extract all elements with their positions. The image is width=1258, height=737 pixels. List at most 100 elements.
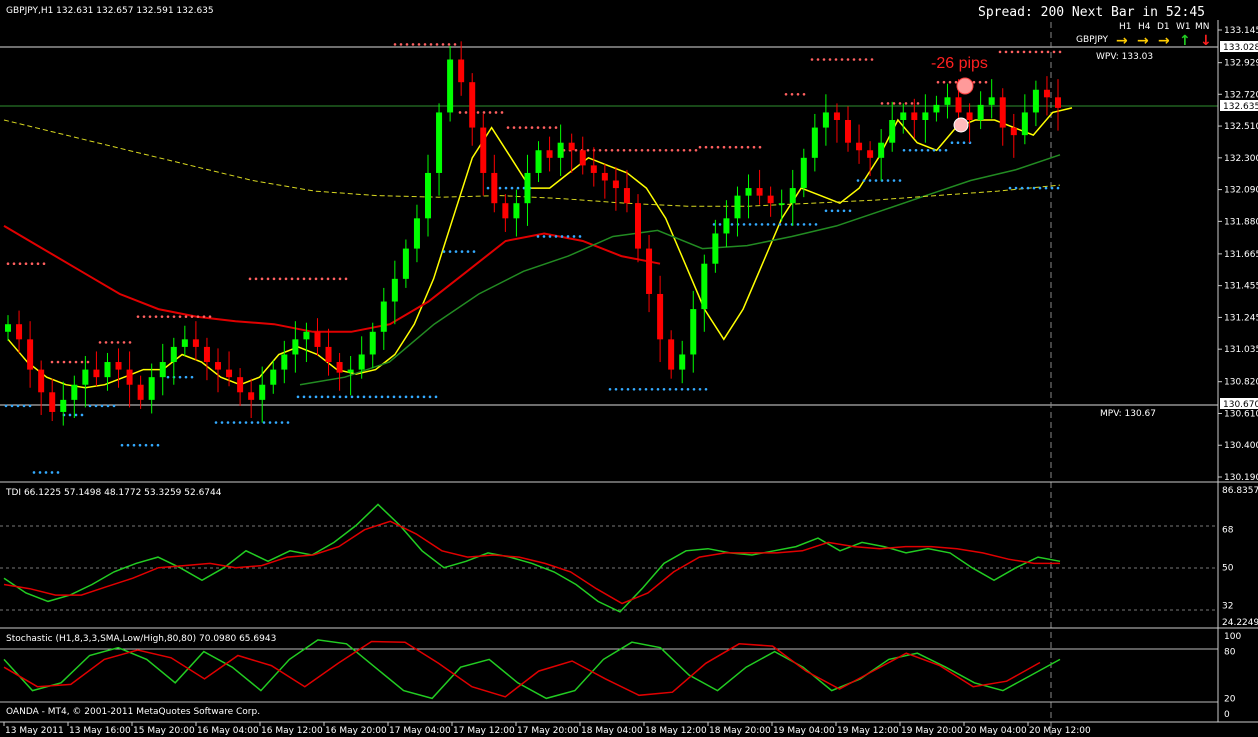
fractal-dot-bottom <box>80 413 84 417</box>
bull-candle <box>60 399 67 412</box>
fractal-dot-top <box>458 111 462 114</box>
fractal-dot-top <box>160 315 164 318</box>
tf-label-h4: H4 <box>1138 22 1151 32</box>
bear-candle <box>93 369 100 378</box>
fractal-dot-top <box>196 315 200 318</box>
fractal-dot-bottom <box>32 471 36 474</box>
time-tick-label: 17 May 20:00 <box>517 726 579 736</box>
fractal-dot-top <box>42 262 46 266</box>
bear-candle <box>325 346 332 363</box>
fractal-dot-top <box>622 148 626 152</box>
price-tick-label: 130.820 <box>1224 378 1258 388</box>
fractal-dot-top <box>870 58 874 61</box>
fractal-dot-top <box>476 111 480 114</box>
fractal-dot-top <box>536 126 540 129</box>
fractal-dot-bottom <box>338 395 342 399</box>
fractal-dot-top <box>682 148 686 152</box>
bear-candle <box>999 97 1006 128</box>
fractal-dot-bottom <box>704 387 708 391</box>
fractal-dot-bottom <box>10 404 14 408</box>
fractal-dot-top <box>326 277 330 281</box>
bull-candle <box>800 157 807 189</box>
fractal-dot-bottom <box>754 223 758 226</box>
fractal-dot-top <box>98 341 102 344</box>
fractal-dot-top <box>972 80 976 84</box>
bull-candle <box>778 203 785 205</box>
bear-candle <box>237 377 244 393</box>
time-tick-label: 16 May 04:00 <box>197 726 259 736</box>
fractal-dot-bottom <box>410 395 414 399</box>
bull-candle <box>734 195 741 219</box>
bear-candle <box>336 362 343 373</box>
fractal-dot-bottom <box>956 141 960 144</box>
fractal-dot-top <box>670 148 674 152</box>
fractal-dot-bottom <box>680 387 684 391</box>
fractal-dot-bottom <box>620 387 624 391</box>
fractal-dot-top <box>278 277 282 281</box>
fractal-dot-bottom <box>454 250 458 253</box>
bear-candle <box>137 384 144 400</box>
fractal-dot-top <box>998 50 1002 54</box>
time-tick-label: 13 May 2011 <box>5 726 64 736</box>
bull-candle <box>425 172 431 219</box>
fractal-dot-top <box>202 315 206 318</box>
fractal-dot-top <box>136 315 140 318</box>
fractal-dot-top <box>790 92 794 96</box>
bear-candle <box>756 188 763 196</box>
fractal-dot-top <box>722 145 726 149</box>
fractal-dot-bottom <box>112 404 116 408</box>
fractal-dot-top <box>948 80 952 84</box>
fractal-dot-bottom <box>802 223 806 226</box>
bear-candle <box>657 293 664 340</box>
fractal-dot-bottom <box>156 443 160 447</box>
fractal-dot-bottom <box>38 471 42 474</box>
fractal-dot-bottom <box>504 186 508 190</box>
fractal-dot-top <box>30 262 34 266</box>
bear-candle <box>579 150 586 166</box>
bear-candle <box>226 369 233 378</box>
fractal-dot-top <box>1034 50 1038 54</box>
fractal-dot-top <box>530 126 534 129</box>
fractal-dot-bottom <box>16 404 20 408</box>
stoch-tick-label: 0 <box>1224 710 1230 720</box>
fractal-dot-bottom <box>730 223 734 226</box>
fractal-dot-bottom <box>718 223 722 226</box>
bull-candle <box>436 112 443 173</box>
bull-candle <box>723 218 730 234</box>
fractal-dot-bottom <box>938 148 942 152</box>
fractal-dot-bottom <box>908 148 912 152</box>
fractal-dot-bottom <box>554 235 558 238</box>
time-tick-label: 20 May 04:00 <box>965 726 1027 736</box>
bear-candle <box>767 195 774 204</box>
fractal-dot-top <box>405 43 409 46</box>
fractal-dot-top <box>710 145 714 149</box>
fractal-dot-top <box>116 341 120 344</box>
trade-open-marker <box>956 77 974 95</box>
tdi-tick-label: 50 <box>1222 564 1234 574</box>
mt4-chart-window[interactable]: GBPJPY,H1 132.631 132.657 132.591 132.63… <box>0 0 1258 737</box>
bear-candle <box>845 120 851 143</box>
bull-candle <box>292 339 299 355</box>
bull-candle <box>104 362 111 378</box>
fractal-dot-bottom <box>302 395 306 399</box>
mpv-label: MPV: 130.67 <box>1100 409 1156 419</box>
fractal-dot-bottom <box>902 148 906 152</box>
fractal-dot-top <box>858 58 862 61</box>
fractal-dot-bottom <box>920 148 924 152</box>
fractal-dot-bottom <box>428 395 432 399</box>
fractal-dot-top <box>399 43 403 46</box>
price-tick-label: 132.300 <box>1224 154 1258 164</box>
fractal-dot-top <box>740 145 744 149</box>
fractal-dot-bottom <box>926 148 930 152</box>
bear-candle <box>568 142 575 151</box>
bear-candle <box>911 112 918 121</box>
fractal-dot-bottom <box>94 404 98 408</box>
fractal-dot-top <box>110 341 114 344</box>
fractal-dot-bottom <box>356 395 360 399</box>
fractal-dot-top <box>184 315 188 318</box>
fractal-dot-bottom <box>742 223 746 226</box>
fractal-dot-bottom <box>944 148 948 152</box>
price-tick-label: 130.400 <box>1224 441 1258 451</box>
fractal-dot-top <box>68 360 72 364</box>
fractal-dot-bottom <box>1038 186 1042 190</box>
